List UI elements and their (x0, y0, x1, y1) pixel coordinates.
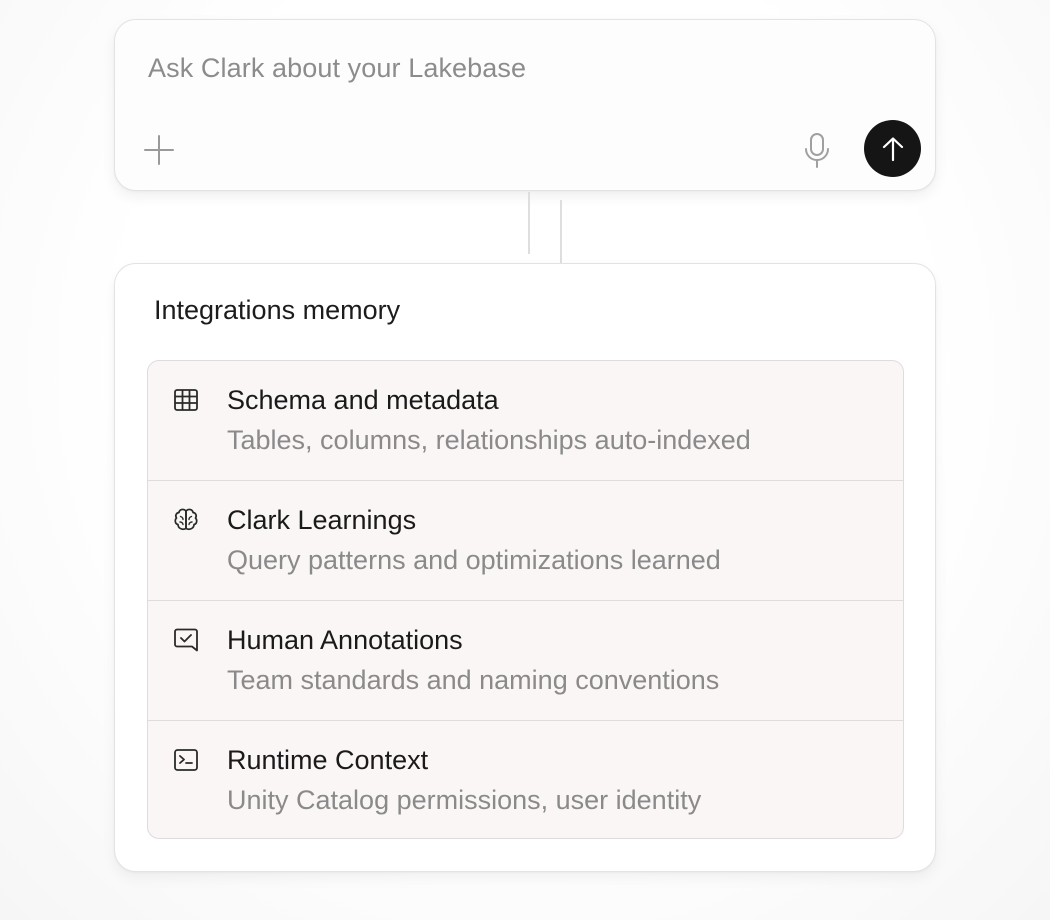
memory-item-description: Query patterns and optimizations learned (227, 545, 721, 575)
microphone-icon[interactable] (801, 131, 833, 171)
table-icon (172, 386, 200, 414)
page-background: Ask Clark about your Lakebase Integratio… (0, 0, 1050, 920)
terminal-icon (172, 746, 200, 774)
memory-item-annotations[interactable]: Human Annotations Team standards and nam… (148, 601, 903, 721)
memory-item-learnings[interactable]: Clark Learnings Query patterns and optim… (148, 481, 903, 601)
memory-item-description: Unity Catalog permissions, user identity (227, 785, 702, 815)
memory-item-title: Schema and metadata (227, 385, 499, 415)
connector-line (528, 192, 530, 254)
send-button[interactable] (864, 120, 921, 177)
memory-item-description: Team standards and naming conventions (227, 665, 720, 695)
memory-item-schema[interactable]: Schema and metadata Tables, columns, rel… (148, 361, 903, 481)
message-check-icon (172, 626, 200, 654)
arrow-up-icon (882, 136, 903, 161)
plus-icon[interactable] (141, 132, 177, 168)
memory-item-title: Clark Learnings (227, 505, 417, 535)
memory-item-description: Tables, columns, relationships auto-inde… (227, 425, 751, 455)
memory-item-title: Human Annotations (227, 625, 463, 655)
connector-line (560, 200, 562, 264)
memory-item-runtime[interactable]: Runtime Context Unity Catalog permission… (148, 721, 903, 838)
integrations-memory-panel: Integrations memory Schema and metadata … (114, 263, 936, 872)
brain-icon (172, 506, 200, 534)
prompt-input-placeholder[interactable]: Ask Clark about your Lakebase (148, 53, 526, 84)
memory-item-title: Runtime Context (227, 745, 429, 775)
memory-list: Schema and metadata Tables, columns, rel… (147, 360, 904, 839)
panel-title: Integrations memory (154, 295, 401, 325)
prompt-composer[interactable]: Ask Clark about your Lakebase (114, 19, 936, 191)
